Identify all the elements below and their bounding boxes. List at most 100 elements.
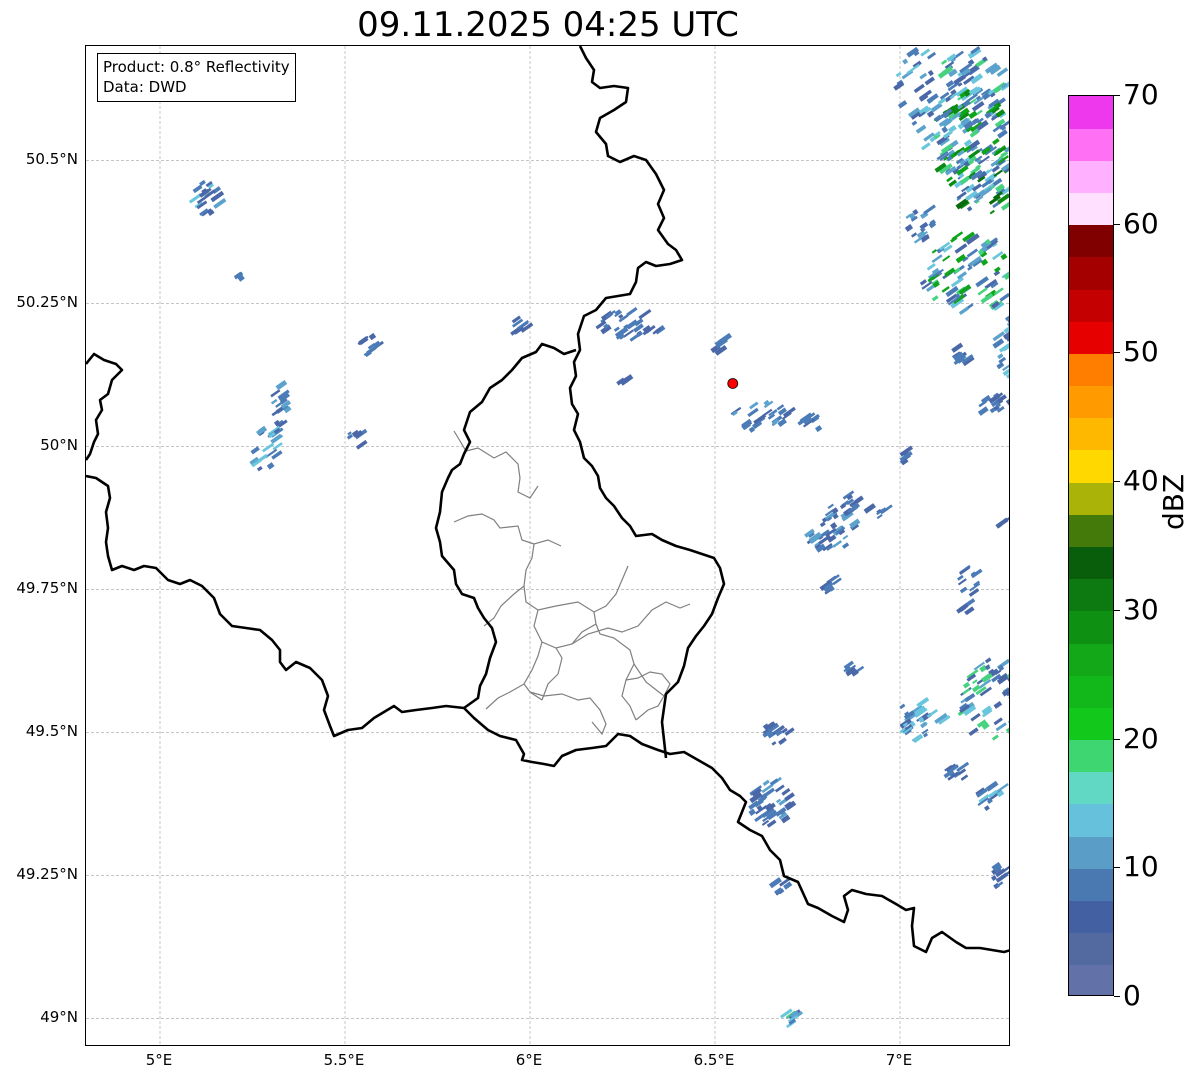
echo-cell (1005, 398, 1009, 406)
echo-cell (919, 72, 928, 80)
echo-cell (946, 176, 953, 183)
colorbar-tick-mark (1114, 352, 1120, 354)
echo-cell (921, 728, 929, 735)
echo-cell (774, 784, 785, 793)
echo-cell (958, 306, 969, 316)
echo-cell (911, 232, 918, 238)
echo-cell (916, 696, 930, 708)
colorbar-tick-mark (1114, 609, 1120, 611)
echo-cell (926, 262, 936, 271)
echo-cell (941, 59, 948, 65)
echo-cell (992, 138, 1000, 145)
radar-map-canvas (86, 46, 1011, 1045)
echo-cell (931, 254, 943, 264)
echo-cell (250, 446, 260, 455)
echo-cell (968, 110, 978, 120)
district-boundary (571, 601, 691, 645)
echo-cell (950, 276, 964, 288)
colorbar-segment (1069, 675, 1113, 708)
echo-cell (960, 774, 969, 781)
longitude-tick-label: 5.5°E (323, 1051, 365, 1069)
colorbar-segment (1069, 643, 1113, 676)
latitude-tick-label: 50.25°N (16, 293, 78, 312)
echo-cell (626, 306, 638, 317)
echo-cell (964, 693, 976, 703)
echo-cell (966, 206, 973, 212)
echo-cell (768, 877, 782, 889)
echo-cell (747, 407, 759, 418)
echo-cell (902, 58, 909, 65)
radar-site-marker[interactable] (727, 378, 739, 389)
colorbar-tick-label: 50 (1123, 335, 1159, 369)
echo-cell (972, 679, 978, 685)
echo-cell (942, 255, 951, 262)
echo-cell (989, 209, 995, 215)
echo-cell (1008, 171, 1009, 183)
echo-cell (951, 342, 964, 353)
echo-cell (832, 540, 843, 548)
echo-cell (754, 813, 764, 823)
longitude-tick-label: 5°E (145, 1051, 173, 1069)
longitude-tick-label: 6°E (515, 1051, 543, 1069)
echo-cell (895, 71, 902, 78)
echo-cell (919, 279, 928, 286)
colorbar-tick-mark (1114, 481, 1120, 483)
echo-cell (959, 586, 968, 594)
colorbar-segment (1069, 578, 1113, 612)
latitude-tick-label: 50.5°N (25, 150, 78, 169)
echo-cell (999, 292, 1009, 302)
colorbar-segment (1069, 803, 1113, 837)
belgium-france-west-border (86, 352, 124, 461)
echo-cell (991, 734, 999, 741)
echo-cell (638, 308, 652, 320)
echo-cell (270, 398, 278, 405)
echo-cell (830, 522, 838, 530)
colorbar-segment (1069, 836, 1113, 869)
echo-cell (815, 425, 823, 433)
colorbar-tick-label: 40 (1123, 464, 1159, 498)
precipitation-echoes (188, 46, 1011, 1029)
echo-cell (984, 657, 992, 664)
colorbar-segment (1069, 932, 1113, 966)
echo-cell (962, 681, 971, 689)
echo-cell (927, 51, 937, 60)
colorbar-segment (1069, 160, 1113, 194)
radar-site-layer (727, 378, 739, 389)
graticule (86, 46, 1009, 1045)
district-boundary (483, 585, 525, 627)
echo-cell (941, 126, 949, 134)
echo-cell (827, 503, 834, 510)
echo-cell (842, 534, 849, 540)
district-boundary (523, 641, 543, 701)
district-boundary (485, 683, 525, 710)
echo-cell (1010, 368, 1011, 373)
luxembourg-district-borders (453, 430, 691, 736)
colorbar-segment (1069, 449, 1113, 483)
colorbar-tick-label: 30 (1123, 592, 1159, 626)
echo-cell (937, 68, 950, 79)
colorbar-tick-label: 0 (1123, 979, 1141, 1012)
echo-cell (977, 406, 989, 416)
colorbar-segment (1069, 771, 1113, 805)
echo-cell (355, 439, 368, 450)
echo-cell (819, 521, 826, 528)
district-boundary (453, 513, 562, 547)
colorbar-tick-label: 60 (1123, 206, 1159, 240)
district-boundary (595, 623, 637, 721)
echo-cell (262, 442, 275, 453)
echo-cell (997, 516, 1009, 527)
longitude-tick-label: 7°E (885, 1051, 913, 1069)
product-info-box: Product: 0.8° Reflectivity Data: DWD (97, 53, 296, 102)
echo-cell (980, 258, 989, 266)
colorbar-tick-mark (1114, 95, 1120, 96)
echo-cell (266, 462, 275, 470)
echo-cell (993, 717, 1003, 726)
colorbar-segment (1069, 707, 1113, 741)
echo-cell (985, 780, 999, 792)
colorbar-tick-label: 70 (1123, 78, 1159, 111)
colorbar-segment (1069, 289, 1113, 322)
radar-map[interactable] (85, 45, 1010, 1046)
echo-cell (993, 701, 1003, 709)
echo-cell (762, 779, 770, 786)
colorbar-segment (1069, 353, 1113, 387)
